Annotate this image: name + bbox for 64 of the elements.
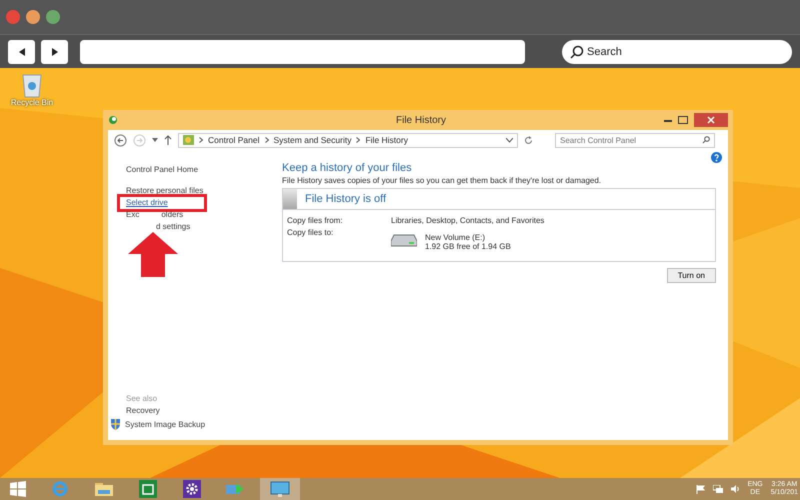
close-button[interactable]	[694, 113, 728, 127]
back-button[interactable]	[8, 40, 35, 64]
status-text: File History is off	[305, 193, 386, 205]
search-field[interactable]: Search	[562, 40, 792, 64]
sidebar-link[interactable]: d settings	[156, 221, 190, 233]
right-triangle-icon	[50, 46, 60, 56]
help-icon[interactable]	[711, 152, 722, 163]
dropdown-icon[interactable]	[152, 138, 158, 142]
close-dot[interactable]	[6, 10, 20, 24]
breadcrumb-item[interactable]: Control Panel	[208, 135, 260, 145]
see-also-heading: See also	[126, 394, 158, 403]
refresh-icon[interactable]	[524, 136, 533, 144]
control-panel-icon	[183, 135, 194, 145]
chevron-icon	[356, 137, 360, 143]
minimize-dot[interactable]	[26, 10, 40, 24]
up-arrow-icon[interactable]	[164, 135, 172, 145]
header-accent	[283, 189, 297, 209]
flag-icon[interactable]	[696, 484, 705, 494]
sidebar-link[interactable]: Control Panel Home	[126, 164, 198, 176]
shield-icon	[110, 418, 121, 430]
sidebar-link[interactable]: Select drive	[126, 197, 168, 209]
start-icon[interactable]	[10, 481, 26, 497]
sidebar-link[interactable]: System Image Backup	[125, 420, 206, 428]
recycle-bin-icon[interactable]	[21, 72, 43, 98]
description-text: File History saves copies of your files so you can get them back if they're lost or damaged.	[282, 176, 602, 185]
search-field[interactable]: Search Control Panel	[555, 132, 715, 148]
turn-on-button[interactable]: Turn on	[666, 268, 716, 283]
sidebar-link[interactable]: Exc	[126, 209, 140, 221]
maximize-icon[interactable]	[678, 116, 688, 124]
row-value: Libraries, Desktop, Contacts, and Favorites	[391, 216, 544, 225]
address-field[interactable]	[80, 40, 525, 64]
left-triangle-icon	[16, 46, 26, 56]
gear-icon	[183, 480, 201, 498]
row-label: Copy files from:	[287, 216, 344, 225]
drive-icon	[391, 233, 417, 247]
browser-e-icon	[52, 481, 68, 497]
forward-button[interactable]	[41, 40, 68, 64]
app-icon	[108, 115, 118, 125]
breadcrumb-item[interactable]: System and Security	[274, 135, 352, 145]
sidebar-link[interactable]: Recovery	[126, 406, 160, 415]
minimize-icon[interactable]	[664, 118, 672, 122]
monitor-icon	[270, 480, 290, 498]
back-icon[interactable]	[114, 134, 127, 146]
pointer-arrow	[128, 232, 178, 277]
breadcrumb-bar[interactable]: Control Panel System and Security File History	[178, 132, 518, 148]
row-label: Copy files to:	[287, 228, 334, 239]
sidebar-link[interactable]: Restore personal files	[126, 185, 204, 197]
store-bag-icon	[139, 480, 157, 498]
close-icon	[707, 116, 715, 124]
dropdown-icon[interactable]	[506, 138, 513, 142]
search-icon	[702, 136, 710, 144]
search-icon	[570, 44, 584, 58]
drive-space: 1.92 GB free of 1.94 GB	[425, 242, 511, 251]
network-icon[interactable]	[712, 485, 723, 493]
folder-icon	[95, 482, 113, 496]
breadcrumb-item[interactable]: File History	[365, 135, 408, 145]
maximize-dot[interactable]	[46, 10, 60, 24]
drive-name: New Volume (E:)	[425, 233, 486, 242]
sidebar-link[interactable]: olders	[161, 209, 184, 221]
page-heading: Keep a history of your files	[282, 162, 413, 174]
window-title: File History	[394, 114, 447, 126]
chevron-icon	[264, 137, 269, 143]
chevron-icon	[199, 137, 203, 143]
speaker-icon[interactable]	[730, 485, 740, 493]
